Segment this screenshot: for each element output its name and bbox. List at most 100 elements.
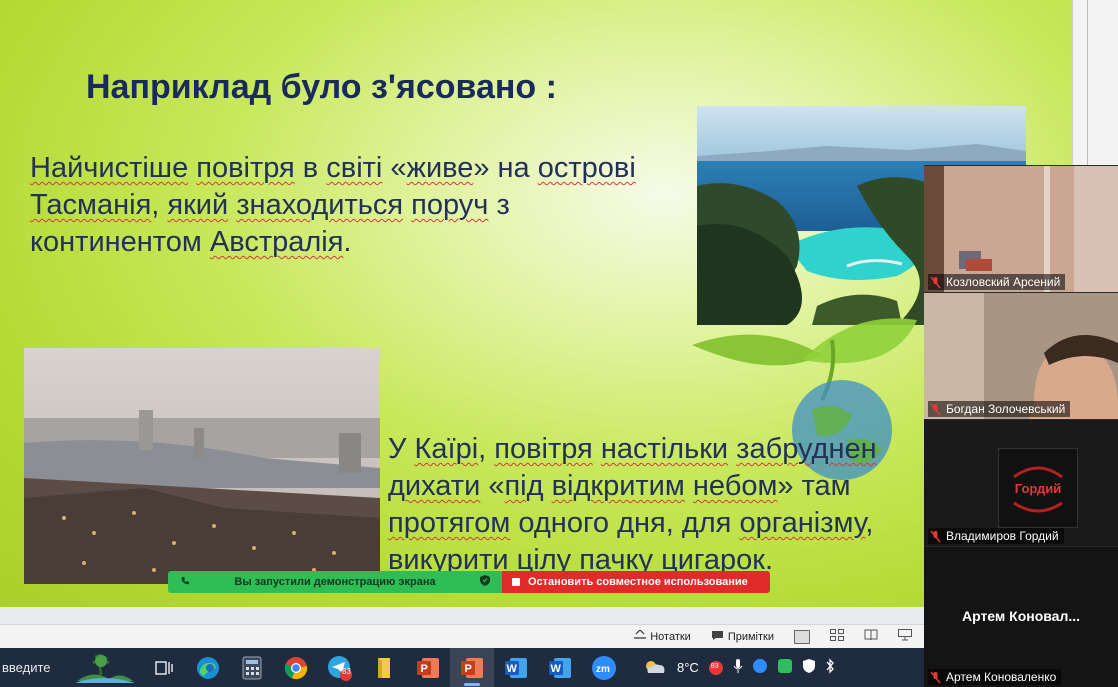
tray-app-icon[interactable]: 83	[708, 660, 724, 676]
task-view-icon[interactable]	[142, 648, 186, 687]
paragraph-line: У Каїрі, повітря настільки забруднен	[388, 433, 877, 465]
phone-icon	[180, 576, 190, 589]
paragraph-line: дихати «під відкритим небом» там	[388, 470, 851, 502]
file-explorer-icon[interactable]	[362, 648, 406, 687]
reading-view-button[interactable]	[864, 629, 878, 644]
paragraph-line: Тасманія, який знаходиться поруч з	[30, 189, 510, 221]
stop-share-button[interactable]: Остановить совместное использование	[502, 571, 770, 593]
zoom-icon[interactable]: zm	[582, 648, 626, 687]
participant-tile[interactable]: Артем Коновал... Артем Коноваленко	[924, 546, 1118, 687]
spellcheck-word: протягом	[388, 507, 511, 539]
paragraph-line: протягом одного дня, для організму,	[388, 507, 874, 539]
participant-name: Артем Коноваленко	[946, 670, 1057, 684]
spellcheck-word: дихати	[388, 470, 481, 502]
microphone-icon[interactable]	[733, 658, 743, 677]
slideshow-button[interactable]	[898, 629, 912, 644]
stop-icon	[512, 578, 520, 586]
comments-label: Примітки	[727, 630, 774, 643]
weather-icon[interactable]	[642, 657, 668, 678]
taskbar-search-input[interactable]: введите	[0, 660, 66, 675]
word-icon[interactable]: W	[494, 648, 538, 687]
normal-view-button[interactable]	[794, 629, 810, 644]
participant-tile[interactable]: Гордий Владимиров Гордий	[924, 419, 1118, 546]
mic-muted-icon	[930, 403, 941, 416]
spellcheck-word: поруч	[411, 189, 489, 221]
participant-tile[interactable]: Богдан Золочевський	[924, 292, 1118, 419]
mic-muted-icon	[930, 671, 941, 684]
slide-sorter-button[interactable]	[830, 629, 844, 644]
notes-button[interactable]: Нотатки	[634, 629, 691, 643]
cairo-photo	[24, 348, 380, 584]
spellcheck-word: під	[504, 470, 544, 502]
spellcheck-word: світі	[326, 152, 383, 184]
ppt-status-bar: Нотатки Примітки	[0, 624, 924, 648]
spellcheck-word: відкритим	[551, 470, 685, 502]
spellcheck-word: знаходиться	[236, 189, 404, 221]
participant-avatar: Гордий	[998, 448, 1078, 528]
notes-icon	[634, 629, 647, 643]
system-tray: 8°C 83	[642, 657, 835, 678]
comments-button[interactable]: Примітки	[711, 630, 774, 644]
svg-text:P: P	[421, 663, 428, 675]
participant-name-label: Владимиров Гордий	[928, 528, 1064, 544]
participant-display-name: Артем Коновал...	[961, 608, 1081, 624]
search-highlight-icon[interactable]	[66, 648, 142, 687]
slideshow-icon	[898, 629, 912, 644]
participant-name-label: Артем Коноваленко	[928, 669, 1062, 685]
svg-text:W: W	[507, 663, 518, 675]
notes-label: Нотатки	[650, 630, 691, 643]
normal-view-icon	[794, 629, 810, 644]
spellcheck-word: який	[167, 189, 229, 221]
screen-share-banner: Вы запустили демонстрацию экрана Останов…	[168, 571, 770, 593]
weather-temp: 8°C	[677, 660, 699, 675]
chrome-icon[interactable]	[274, 648, 318, 687]
share-status-text: Вы запустили демонстрацию экрана	[234, 576, 436, 588]
powerpoint-icon[interactable]: P	[406, 648, 450, 687]
share-status: Вы запустили демонстрацию экрана	[168, 571, 502, 593]
stop-share-label: Остановить совместное использование	[528, 576, 748, 588]
spellcheck-word: настільки	[600, 433, 729, 465]
participant-name: Владимиров Гордий	[946, 529, 1059, 543]
tasmania-paragraph: Найчистіше повітря в світі «живе» на ост…	[30, 150, 700, 261]
book-icon	[864, 629, 878, 644]
shield-check-icon	[479, 575, 490, 589]
green-app-tray-icon[interactable]	[777, 658, 793, 677]
spellcheck-word: острові	[537, 152, 636, 184]
scrollbar-track[interactable]	[1087, 0, 1088, 165]
cairo-paragraph: У Каїрі, повітря настільки забруднен диха…	[388, 431, 948, 579]
bluetooth-icon[interactable]	[825, 658, 835, 677]
avatar-text: Гордий	[1014, 480, 1062, 496]
edge-icon[interactable]	[186, 648, 230, 687]
telegram-badge: 83	[342, 667, 351, 676]
mic-muted-icon	[930, 276, 941, 289]
calculator-icon[interactable]	[230, 648, 274, 687]
security-tray-icon[interactable]	[802, 658, 816, 677]
svg-text:P: P	[465, 663, 472, 675]
telegram-icon[interactable]: 83	[318, 648, 362, 687]
paragraph-line: Найчистіше повітря в світі «живе» на ост…	[30, 152, 636, 184]
comment-icon	[711, 630, 724, 644]
zoom-participants-panel: Козловский Арсений Богдан Золочевський Г…	[924, 165, 1118, 687]
participant-name-label: Богдан Золочевський	[928, 401, 1071, 417]
spellcheck-word: Каїрі	[414, 433, 479, 465]
spellcheck-word: повітря	[494, 433, 593, 465]
spellcheck-word: Найчистіше	[30, 152, 189, 184]
screen: Наприклад було з'ясовано : Найчистіше по…	[0, 0, 1118, 687]
mic-muted-icon	[930, 530, 941, 543]
participant-name-label: Козловский Арсений	[928, 274, 1066, 290]
svg-text:W: W	[551, 663, 562, 675]
spellcheck-word: Тасманія	[30, 189, 152, 221]
powerpoint-active-icon[interactable]: P	[450, 648, 494, 687]
tray-badge: 83	[710, 662, 719, 670]
zoom-tray-icon[interactable]	[752, 658, 768, 677]
spellcheck-word: забруднен	[736, 433, 877, 465]
word-2-icon[interactable]: W	[538, 648, 582, 687]
participant-tile[interactable]: Козловский Арсений	[924, 165, 1118, 292]
slide-sorter-icon	[830, 629, 844, 644]
ppt-window-edge	[1072, 0, 1118, 165]
presentation-slide: Наприклад було з'ясовано : Найчистіше по…	[0, 0, 1072, 607]
participant-name: Богдан Золочевський	[946, 402, 1066, 416]
participant-name: Козловский Арсений	[946, 275, 1061, 289]
svg-text:zm: zm	[596, 664, 610, 675]
slide-title: Наприклад було з'ясовано :	[86, 68, 557, 106]
